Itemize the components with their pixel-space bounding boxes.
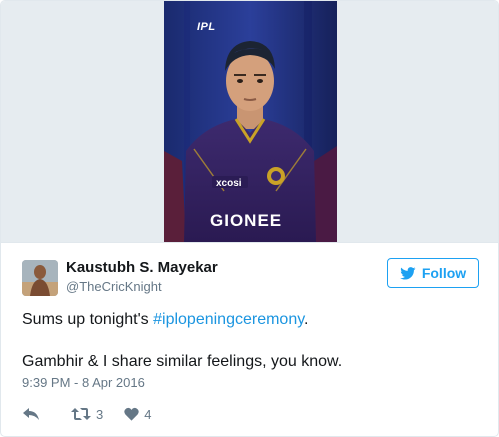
twitter-bird-icon [400, 266, 416, 280]
reply-icon [23, 408, 39, 420]
media-area: xcosi GIONEE IPL [1, 1, 498, 243]
tweet-text-suffix: . [304, 311, 309, 328]
jersey-text: GIONEE [210, 211, 282, 230]
retweet-icon [71, 408, 91, 420]
avatar-image [22, 260, 58, 296]
retweet-count: 3 [96, 406, 104, 422]
heart-icon [124, 407, 139, 421]
user-handle[interactable]: @TheCricKnight [66, 279, 162, 294]
like-button[interactable]: 4 [124, 407, 151, 422]
follow-label: Follow [421, 265, 467, 281]
tweet-text-line-1: Sums up tonight's #iplopeningceremony. [22, 309, 480, 330]
ipl-logo: IPL [197, 21, 216, 33]
reply-button[interactable] [22, 407, 40, 421]
tweet-photo[interactable]: xcosi GIONEE [164, 1, 337, 242]
retweet-button[interactable]: 3 [71, 407, 103, 422]
tweet-timestamp[interactable]: 9:39 PM - 8 Apr 2016 [22, 375, 145, 390]
hashtag-link[interactable]: #iplopeningceremony [153, 311, 304, 328]
tweet-text-line-2: Gambhir & I share similar feelings, you … [22, 353, 343, 370]
tweet-actions: 3 4 [22, 404, 151, 424]
avatar[interactable] [22, 260, 58, 296]
tweet-text: Sums up tonight's #iplopeningceremony. G… [22, 309, 480, 372]
tweet-card: xcosi GIONEE IPL Kaustubh S. Mayekar @Th… [0, 0, 499, 437]
jersey-sponsor: xcosi [216, 178, 242, 189]
tweet-header: Kaustubh S. Mayekar @TheCricKnight Follo… [22, 258, 480, 300]
user-display-name[interactable]: Kaustubh S. Mayekar [66, 259, 218, 276]
tweet-text-prefix: Sums up tonight's [22, 311, 154, 328]
follow-button[interactable]: Follow [387, 258, 479, 288]
photo-illustration: xcosi GIONEE [164, 1, 337, 242]
like-count: 4 [144, 406, 152, 422]
